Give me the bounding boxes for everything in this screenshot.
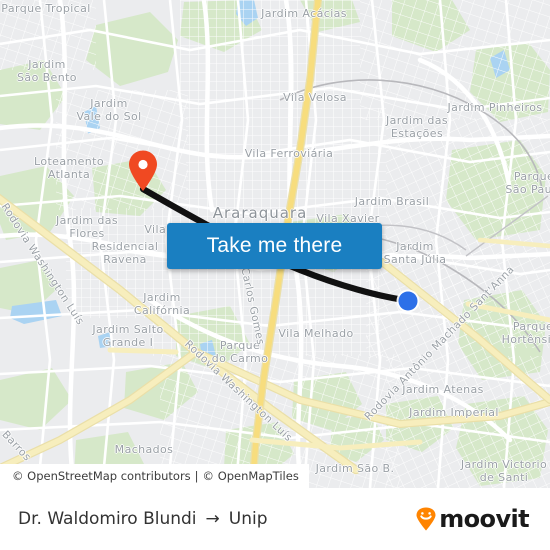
- attribution-osm[interactable]: © OpenStreetMap contributors: [12, 469, 191, 483]
- route-destination-label: Unip: [228, 509, 268, 529]
- attribution-maptiles[interactable]: © OpenMapTiles: [203, 469, 299, 483]
- moovit-logo[interactable]: moovit: [415, 505, 530, 533]
- route-origin-label: Dr. Waldomiro Blundi: [18, 509, 197, 529]
- moovit-pin-icon: [416, 507, 436, 531]
- moovit-wordmark: moovit: [439, 505, 529, 533]
- arrow-right-icon: →: [205, 508, 220, 529]
- attribution-separator: |: [194, 469, 199, 483]
- route-summary: Dr. Waldomiro Blundi → Unip: [18, 509, 268, 529]
- footer-bar: Dr. Waldomiro Blundi → Unip moovit: [0, 488, 550, 550]
- location-dot-icon: [396, 289, 420, 313]
- map-canvas[interactable]: Parque Tropical Jardim Acácias Jardim São …: [0, 0, 550, 488]
- map-attribution: © OpenStreetMap contributors | © OpenMap…: [0, 464, 309, 488]
- take-me-there-button[interactable]: Take me there: [167, 223, 382, 269]
- destination-dot[interactable]: [396, 289, 420, 313]
